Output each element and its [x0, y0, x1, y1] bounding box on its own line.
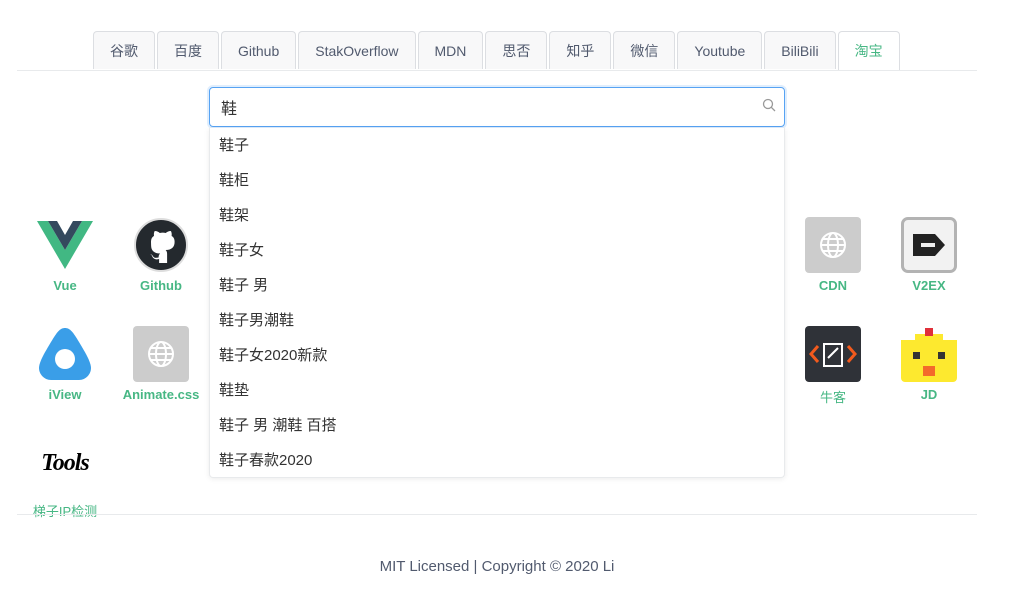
suggestion-item[interactable]: 鞋子女	[210, 233, 784, 268]
search-box	[209, 87, 785, 127]
suggestion-item[interactable]: 鞋垫	[210, 373, 784, 408]
site-cdn[interactable]: CDN	[785, 217, 881, 293]
tab-bilibili[interactable]: BiliBili	[764, 31, 836, 69]
site-ip-check[interactable]: Tools 梯子IP检测	[17, 435, 113, 520]
tab-youtube[interactable]: Youtube	[677, 31, 763, 69]
suggestion-item[interactable]: 鞋子春款2020	[210, 443, 784, 478]
site-label: JD	[920, 387, 938, 402]
footer-divider	[17, 514, 977, 515]
tools-logo-icon: Tools	[41, 449, 89, 476]
site-label: Animate.css	[122, 387, 200, 402]
site-label: CDN	[818, 278, 848, 293]
tab-zhihu[interactable]: 知乎	[549, 31, 612, 69]
site-label: V2EX	[912, 278, 946, 293]
site-vue[interactable]: Vue	[17, 217, 113, 293]
suggestion-dropdown: 鞋子 鞋柜 鞋架 鞋子女 鞋子 男 鞋子男潮鞋 鞋子女2020新款 鞋垫 鞋子 …	[209, 128, 785, 478]
search-input[interactable]	[210, 97, 754, 117]
search-engine-tabs: 谷歌 百度 Github StakOverflow MDN 思否 知乎 微信 Y…	[93, 31, 900, 71]
site-v2ex[interactable]: V2EX	[881, 217, 977, 293]
site-label: Vue	[53, 278, 77, 293]
search-icon[interactable]	[754, 98, 784, 117]
nowcoder-logo-icon	[805, 326, 861, 382]
site-iview[interactable]: iView	[17, 326, 113, 402]
site-label: 牛客	[819, 390, 846, 405]
jd-logo-icon	[901, 326, 957, 382]
site-nowcoder[interactable]: 牛客	[785, 326, 881, 406]
tab-github[interactable]: Github	[221, 31, 297, 69]
globe-icon	[805, 217, 861, 273]
tab-google[interactable]: 谷歌	[93, 31, 155, 69]
site-label: iView	[48, 387, 82, 402]
tab-baidu[interactable]: 百度	[157, 31, 219, 69]
github-logo-icon	[133, 217, 189, 273]
suggestion-item[interactable]: 鞋柜	[210, 163, 784, 198]
footer-text: MIT Licensed | Copyright © 2020 Li	[379, 558, 615, 575]
suggestion-item[interactable]: 鞋子 男 潮鞋 百搭	[210, 408, 784, 443]
tabs-divider	[17, 70, 977, 71]
site-label: 梯子IP检测	[32, 504, 98, 519]
site-label: Github	[140, 278, 182, 293]
tab-taobao[interactable]: 淘宝	[837, 31, 900, 71]
suggestion-item[interactable]: 鞋子女2020新款	[210, 338, 784, 373]
globe-icon	[133, 326, 189, 382]
tab-mdn[interactable]: MDN	[417, 31, 484, 69]
suggestion-item[interactable]: 鞋架	[210, 198, 784, 233]
suggestion-item[interactable]: 鞋子男潮鞋	[210, 303, 784, 338]
v2ex-logo-icon	[901, 217, 957, 273]
suggestion-item[interactable]: 鞋子	[210, 128, 784, 163]
suggestion-item[interactable]: 鞋子 男	[210, 268, 784, 303]
vue-logo-icon	[37, 217, 93, 273]
tab-stackoverflow[interactable]: StakOverflow	[298, 31, 416, 69]
iview-logo-icon	[37, 326, 93, 382]
site-jd[interactable]: JD	[881, 326, 977, 402]
site-animate-css[interactable]: Animate.css	[113, 326, 209, 402]
tab-segmentfault[interactable]: 思否	[485, 31, 548, 69]
tab-wechat[interactable]: 微信	[613, 31, 676, 69]
site-github[interactable]: Github	[113, 217, 209, 293]
